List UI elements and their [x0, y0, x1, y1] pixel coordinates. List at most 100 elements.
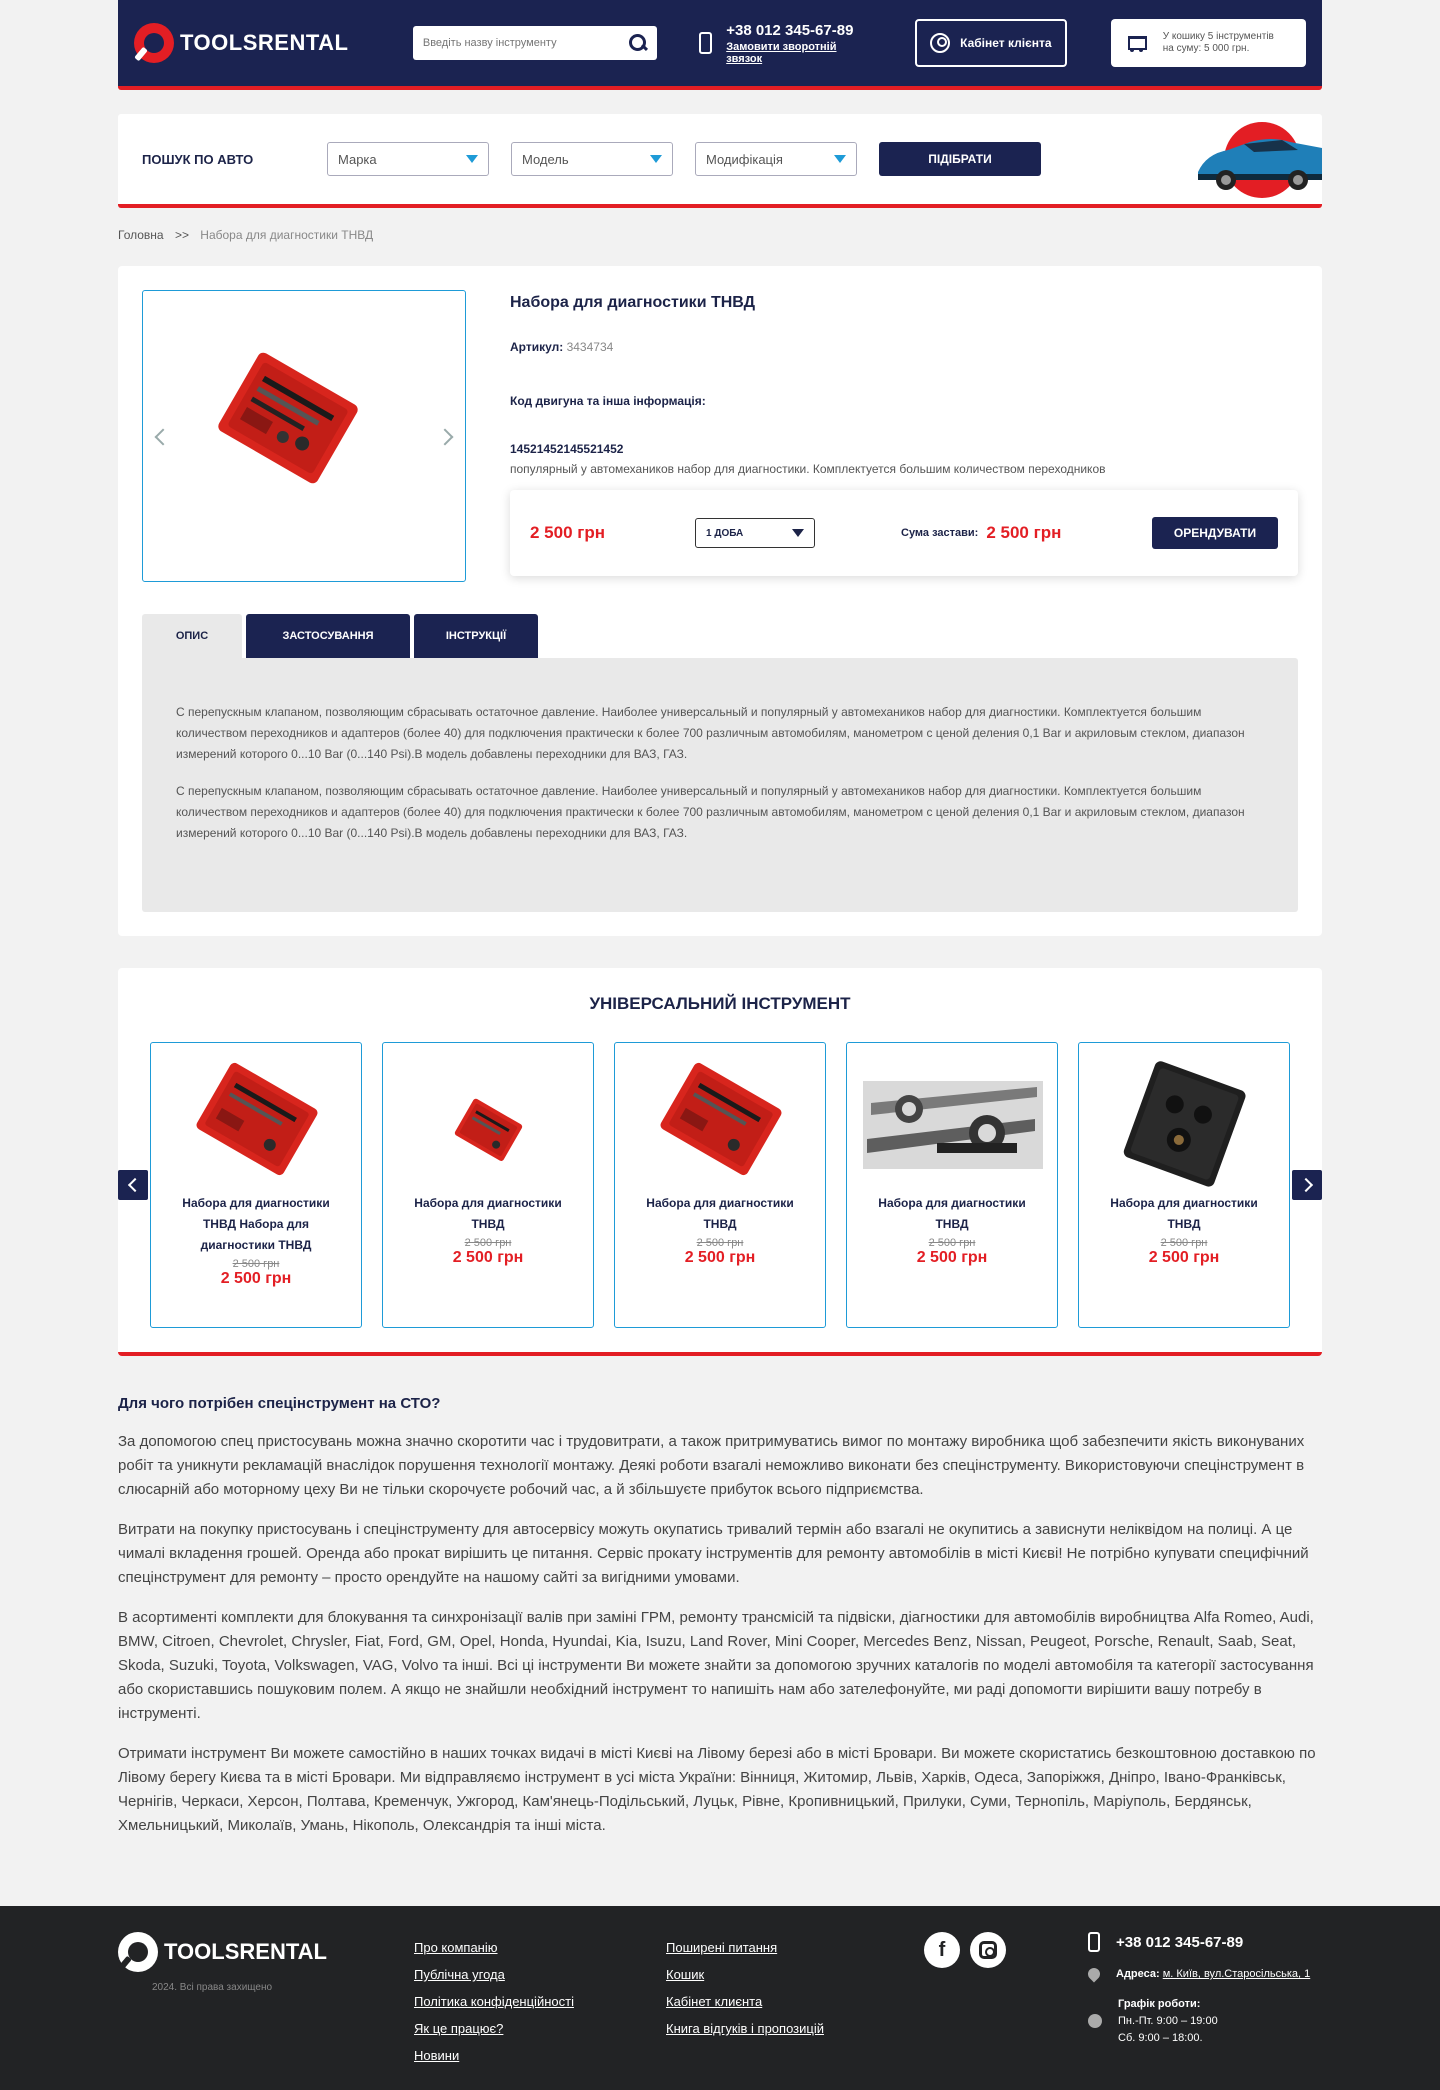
card-title: Набора для диагностики ТНВД [646, 1196, 794, 1231]
footer-logo[interactable]: TOOLSRENTAL [118, 1932, 327, 1972]
product-card: Набора для диагностики ТНВД Артикул: 343… [118, 266, 1322, 936]
facebook-icon[interactable]: f [924, 1932, 960, 1968]
hours-label: Графік роботи: [1118, 1998, 1201, 2010]
card-image [151, 1043, 361, 1193]
product-tabs: ОПИС ЗАСТОСУВАННЯ ІНСТРУКЦІЇ [142, 614, 542, 658]
instagram-icon[interactable] [970, 1932, 1006, 1968]
tab-description[interactable]: ОПИС [142, 614, 242, 658]
footer-link-privacy[interactable]: Політика конфіденційності [414, 1988, 574, 2015]
breadcrumb-current: Набора для диагностики ТНВД [200, 228, 374, 242]
deposit-value: 2 500 грн [986, 523, 1062, 542]
search-input[interactable] [422, 37, 629, 49]
footer-link-faq[interactable]: Поширені питання [666, 1934, 824, 1961]
duration-select[interactable]: 1 ДОБА [695, 518, 815, 548]
breadcrumb-home[interactable]: Головна [118, 228, 164, 242]
card-old-price: 2 500 грн [928, 1237, 976, 1249]
footer-phone[interactable]: +38 012 345-67-89 [1116, 1934, 1243, 1951]
footer-link-about[interactable]: Про компанію [414, 1934, 574, 1961]
brand-select[interactable]: Марка [327, 142, 489, 176]
product-card-item[interactable]: Набора для диагностики ТНВД Набора для д… [150, 1042, 362, 1328]
site-footer: TOOLSRENTAL 2024. Всі права захищено Про… [0, 1906, 1440, 2090]
footer-link-reviews[interactable]: Книга відгуків і пропозицій [666, 2015, 824, 2042]
cart-button[interactable]: У кошику 5 інструментів на суму: 5 000 г… [1110, 19, 1306, 67]
duration-label: 1 ДОБА [706, 527, 744, 539]
footer-link-cart[interactable]: Кошик [666, 1961, 824, 1988]
logo-text: TOOLSRENTAL [180, 30, 349, 55]
car-image [1198, 122, 1322, 198]
cabinet-button[interactable]: Кабінет клієнта [914, 19, 1067, 67]
footer-link-agreement[interactable]: Публічна угода [414, 1961, 574, 1988]
footer-logo-text: TOOLSRENTAL [164, 1939, 327, 1964]
card-price: 2 500 грн [916, 1249, 988, 1266]
car-search-title: ПОШУК ПО АВТО [142, 151, 254, 167]
phone-block: +38 012 345-67-89 Замовити зворотній звя… [698, 22, 871, 65]
tab-instructions[interactable]: ІНСТРУКЦІЇ [414, 614, 538, 658]
footer-link-cabinet[interactable]: Кабінет клиєнта [666, 1988, 824, 2015]
cart-count: У кошику 5 інструментів [1162, 31, 1274, 42]
rent-button[interactable]: ОРЕНДУВАТИ [1152, 517, 1278, 549]
user-icon [930, 33, 951, 53]
chevron-down-icon [650, 155, 662, 163]
seo-heading: Для чого потрібен спецінструмент на СТО? [118, 1395, 441, 1412]
footer-link-news[interactable]: Новини [414, 2042, 574, 2069]
footer-links-help: Поширені питання Кошик Кабінет клиєнта К… [666, 1934, 824, 2042]
product-card-item[interactable]: Набора для диагностики ТНВД 2 500 грн 2 … [614, 1042, 826, 1328]
engine-description: популярный у автомехаников набор для диа… [510, 462, 1106, 476]
card-old-price: 2 500 грн [1160, 1237, 1208, 1249]
location-pin-icon [1085, 1965, 1103, 1983]
cart-icon [1125, 34, 1147, 52]
related-title: УНІВЕРСАЛЬНИЙ ІНСТРУМЕНТ [589, 994, 851, 1013]
logo[interactable]: TOOLSRENTAL [134, 23, 387, 63]
model-select[interactable]: Модель [511, 142, 673, 176]
tab-usage[interactable]: ЗАСТОСУВАННЯ [246, 614, 410, 658]
modification-select[interactable]: Модифікація [695, 142, 857, 176]
card-title: Набора для диагностики ТНВД [1110, 1196, 1258, 1231]
brand-select-label: Марка [338, 151, 377, 167]
product-gallery [142, 290, 466, 582]
pick-button[interactable]: ПІДІБРАТИ [879, 142, 1041, 176]
wrench-logo-icon [118, 1932, 158, 1972]
card-old-price: 2 500 грн [696, 1237, 744, 1249]
engine-heading: Код двигуна та інша інформація: [510, 394, 706, 408]
instagram-glyph-icon [979, 1941, 997, 1959]
seo-paragraph: За допомогою спец пристосувань можна зна… [118, 1433, 1305, 1498]
product-card-item[interactable]: Набора для диагностики ТНВД 2 500 грн 2 … [846, 1042, 1058, 1328]
card-image [615, 1043, 825, 1193]
card-image [383, 1043, 593, 1193]
phone-icon [1088, 1932, 1100, 1952]
seo-text: Для чого потрібен спецінструмент на СТО?… [118, 1392, 1322, 1838]
wrenches-photo-image [863, 1081, 1043, 1169]
chevron-down-icon [834, 155, 846, 163]
product-card-item[interactable]: Набора для диагностики ТНВД 2 500 грн 2 … [1078, 1042, 1290, 1328]
red-toolcase-image [660, 1062, 782, 1176]
footer-link-how-it-works[interactable]: Як це працює? [414, 2015, 574, 2042]
card-title: Набора для диагностики ТНВД Набора для д… [182, 1196, 330, 1252]
product-card-item[interactable]: Набора для диагностики ТНВД 2 500 грн 2 … [382, 1042, 594, 1328]
related-cards: Набора для диагностики ТНВД Набора для д… [150, 1042, 1310, 1328]
black-toolcase-image [1123, 1061, 1246, 1187]
header-phone[interactable]: +38 012 345-67-89 [726, 22, 871, 39]
card-image [1079, 1043, 1289, 1193]
card-image [847, 1043, 1057, 1193]
address-link[interactable]: м. Київ, вул.Старосільська, 1 [1163, 1968, 1311, 1980]
callback-link[interactable]: Замовити зворотній звязок [726, 41, 871, 65]
seo-paragraph: Витрати на покупку пристосувань і спецін… [118, 1521, 1309, 1586]
model-select-label: Модель [522, 151, 569, 167]
chevron-down-icon [792, 529, 804, 537]
seo-paragraph: Отримати інструмент Ви можете самостійно… [118, 1745, 1316, 1834]
search-icon[interactable] [628, 34, 647, 52]
related-products: УНІВЕРСАЛЬНИЙ ІНСТРУМЕНТ Набора для диаг… [118, 968, 1322, 1356]
gallery-prev-icon[interactable] [154, 428, 172, 446]
hours-weekdays: Пн.-Пт. 9:00 – 19:00 [1118, 2015, 1218, 2027]
sku-value: 3434734 [566, 340, 614, 354]
carousel-prev-button[interactable] [118, 1170, 148, 1200]
cabinet-label: Кабінет клієнта [960, 36, 1052, 50]
phone-icon [698, 32, 713, 54]
footer-links-company: Про компанію Публічна угода Політика кон… [414, 1934, 574, 2069]
seo-paragraph: В асортименті комплекти для блокування т… [118, 1609, 1314, 1722]
gallery-next-icon[interactable] [436, 428, 454, 446]
deposit-label: Сума застави: [901, 527, 979, 539]
card-title: Набора для диагностики ТНВД [414, 1196, 562, 1231]
chevron-down-icon [466, 155, 478, 163]
description-paragraph: С перепускным клапаном, позволяющим сбра… [176, 784, 1245, 840]
